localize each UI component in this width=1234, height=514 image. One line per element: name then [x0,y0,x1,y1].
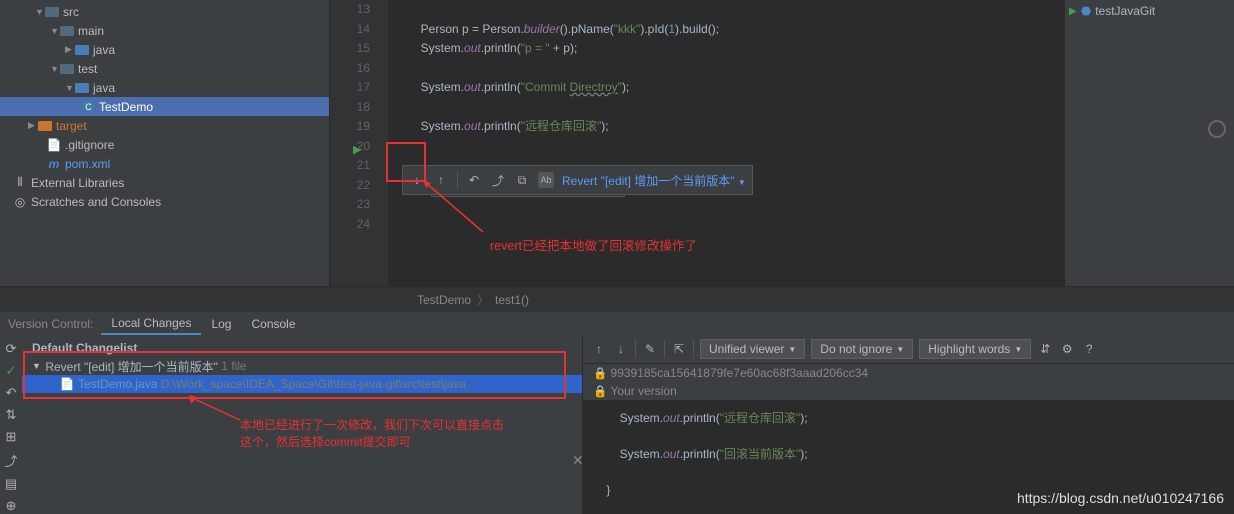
annotation-2: 本地已经进行了一次修改，我们下次可以直接点击这个，然后选择commit提交即可 [240,417,504,451]
help-icon[interactable]: ? [1081,341,1097,357]
tree-scratches[interactable]: ◎Scratches and Consoles [0,192,329,211]
copy-icon[interactable]: ⧉ [514,172,530,188]
highlight-select[interactable]: Highlight words▼ [919,339,1031,359]
tree-gitignore[interactable]: 📄.gitignore [0,135,329,154]
tab-log[interactable]: Log [201,312,241,335]
tree-testdemo[interactable]: CTestDemo [0,97,329,116]
undo-icon[interactable]: ↶ [466,172,482,188]
annotation-1: revert已经把本地做了回滚修改操作了 [490,235,697,254]
library-icon: ⫴ [13,177,27,189]
tree-pom[interactable]: mpom.xml [0,154,329,173]
viewer-mode-select[interactable]: Unified viewer▼ [700,339,805,359]
ignore-select[interactable]: Do not ignore▼ [811,339,913,359]
commit-icon[interactable]: ✓ [6,363,17,379]
progress-indicator [1208,120,1226,138]
tree-target[interactable]: ▶target [0,116,329,135]
close-diff-icon[interactable]: ✕ [572,452,584,469]
changed-file[interactable]: 📄TestDemo.java D:\Work_space\IDEA_Space\… [22,375,582,393]
rollback-icon[interactable]: ↶ [6,385,17,401]
default-changelist[interactable]: Default Changelist [22,339,582,357]
run-gutter-icon[interactable]: ▶ [353,143,361,156]
tree-java1[interactable]: ▶java [0,40,329,59]
class-icon: C [82,100,95,113]
ab-icon[interactable]: Ab [538,172,554,188]
tree-src[interactable]: ▼src [0,2,329,21]
diff-icon[interactable]: ⇅ [6,407,17,423]
next-diff-icon[interactable]: ↓ [613,341,629,357]
prev-diff-icon[interactable]: ↑ [591,341,607,357]
commit-hash: 🔒 9939185ca15641879fe7e60ac68f3aaad206cc… [583,364,1234,382]
java-file-icon: 📄 [60,378,74,390]
refresh-icon[interactable]: ⟳ [6,341,17,357]
gear-icon[interactable]: ⚙ [1059,341,1075,357]
vc-tabs: Version Control: Local Changes Log Conso… [0,312,1234,335]
down-icon[interactable]: ↓ [409,172,425,188]
revert-link[interactable]: Revert "[edit] 增加一个当前版本" ▼ [562,172,746,189]
revert-changelist[interactable]: ▼ Revert "[edit] 增加一个当前版本" 1 file [22,357,582,375]
tree-java2[interactable]: ▼java [0,78,329,97]
breadcrumb[interactable]: TestDemo〉test1() [0,286,1234,312]
file-icon: 📄 [47,139,61,151]
run-icon: ⬣ [1081,4,1091,18]
tree-libs[interactable]: ⫴External Libraries [0,173,329,192]
inline-toolbar[interactable]: ↓ ↑ ↶ ⤴ ⧉ Ab Revert "[edit] 增加一个当前版本" ▼ [402,165,753,195]
watermark: https://blog.csdn.net/u010247166 [1017,490,1224,506]
your-version-label: 🔒 Your version [583,382,1234,400]
diff-viewer: ↑ ↓ ✎ ⇱ Unified viewer▼ Do not ignore▼ H… [582,335,1234,514]
expand-icon[interactable]: ⊕ [6,498,17,514]
tree-test[interactable]: ▼test [0,59,329,78]
shelve-icon[interactable]: ⤴ [4,451,17,470]
tree-main[interactable]: ▼main [0,21,329,40]
project-tree[interactable]: ▼src ▼main ▶java ▼test ▼java CTestDemo ▶… [0,0,330,286]
changelist-icon[interactable]: ⊞ [6,429,17,445]
code-editor[interactable]: 131415161718192021222324 Person p = Pers… [330,0,1064,286]
play-icon: ▶ [1069,6,1077,17]
tab-local-changes[interactable]: Local Changes [101,312,201,335]
pin-icon[interactable]: ⤴ [490,172,506,188]
up-icon[interactable]: ↑ [433,172,449,188]
external-icon[interactable]: ⇱ [671,341,687,357]
run-config-panel: ▶⬣testJavaGit [1064,0,1234,286]
run-config-item[interactable]: ▶⬣testJavaGit [1069,4,1230,18]
diff-toolbar: ↑ ↓ ✎ ⇱ Unified viewer▼ Do not ignore▼ H… [583,335,1234,364]
tab-console[interactable]: Console [241,312,305,335]
vc-toolbar: ⟳ ✓ ↶ ⇅ ⊞ ⤴ ▤ ⊕ [0,335,22,514]
maven-icon: m [47,158,61,170]
group-icon[interactable]: ▤ [5,476,17,492]
edit-icon[interactable]: ✎ [642,341,658,357]
scratch-icon: ◎ [13,196,27,208]
vc-title: Version Control: [0,317,101,331]
collapse-icon[interactable]: ⇵ [1037,341,1053,357]
